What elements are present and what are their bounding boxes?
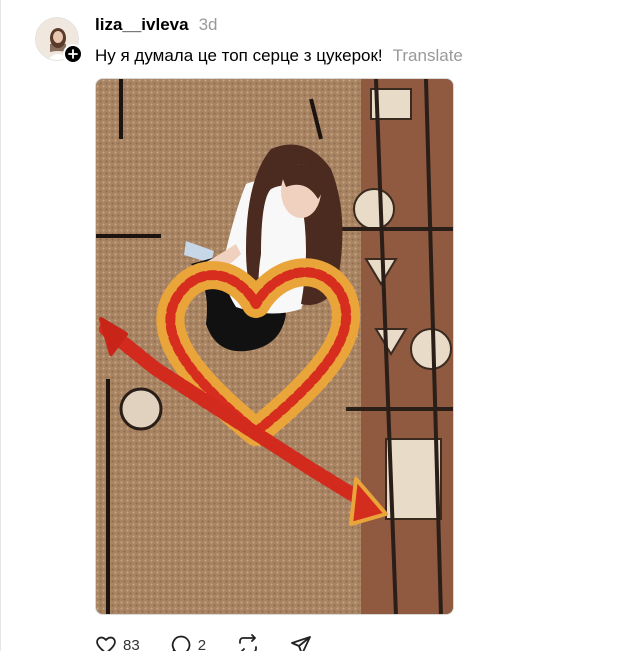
like-count: 83 <box>123 636 140 651</box>
share-button[interactable] <box>290 634 312 651</box>
post-actions: 83 2 <box>95 633 342 651</box>
send-icon <box>291 636 311 651</box>
avatar-wrapper <box>35 17 83 64</box>
post-caption-row: Ну я думала це топ серце з цукерок! Tran… <box>95 44 463 68</box>
follow-plus-button[interactable] <box>63 44 83 64</box>
comment-button[interactable]: 2 <box>170 634 206 651</box>
photo-girl-heart-candies <box>96 79 453 614</box>
comment-icon <box>171 635 191 651</box>
post-timestamp[interactable]: 3d <box>199 15 218 35</box>
translate-link[interactable]: Translate <box>393 46 463 66</box>
comment-count: 2 <box>197 636 207 651</box>
post-container: liza__ivleva 3d Ну я думала це топ серце… <box>0 0 642 651</box>
repost-button[interactable] <box>236 634 260 651</box>
like-button[interactable]: 83 <box>95 635 140 651</box>
username-link[interactable]: liza__ivleva <box>95 15 189 35</box>
repost-icon <box>239 634 257 651</box>
plus-icon <box>68 49 78 59</box>
heart-icon <box>96 636 116 651</box>
post-caption: Ну я думала це топ серце з цукерок! <box>95 46 383 65</box>
post-image[interactable] <box>95 78 454 615</box>
post-header: liza__ivleva 3d <box>95 14 218 36</box>
